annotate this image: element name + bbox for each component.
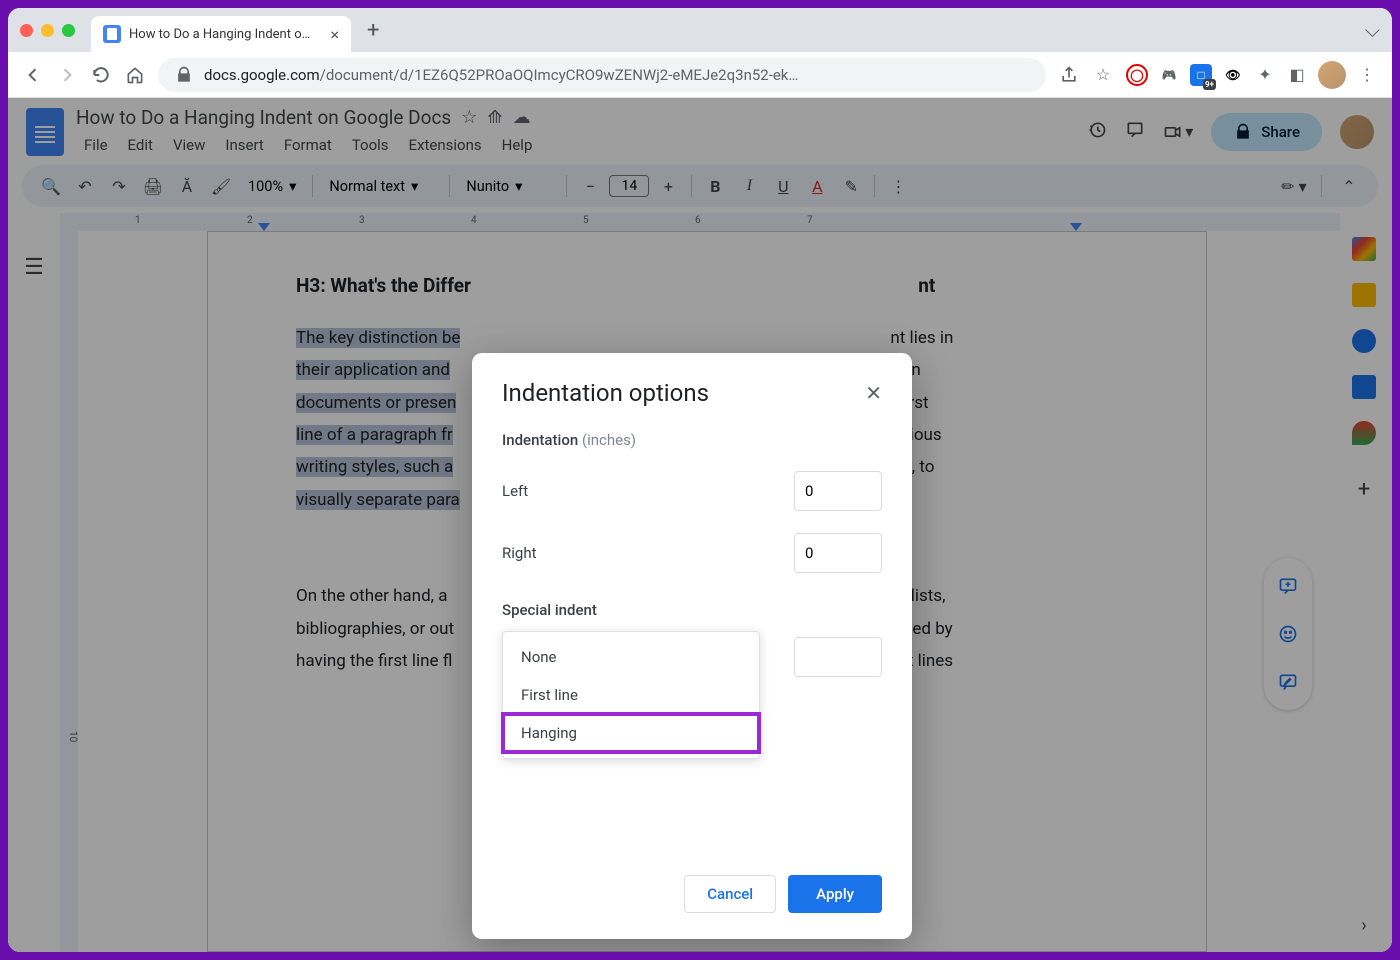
option-hanging[interactable]: Hanging — [503, 714, 759, 752]
url-field[interactable]: docs.google.com/document/d/1EZ6Q52PROaOQ… — [158, 58, 1046, 92]
indentation-section-label: Indentation (inches) — [502, 431, 882, 449]
back-button[interactable] — [22, 64, 44, 86]
modal-close-icon[interactable]: ✕ — [865, 381, 882, 405]
forward-button — [56, 64, 78, 86]
sidepanel-icon[interactable]: ◧ — [1286, 64, 1308, 86]
close-window[interactable] — [20, 24, 33, 37]
extensions-puzzle-icon[interactable]: ✦ — [1254, 64, 1276, 86]
window-controls — [20, 24, 75, 37]
tab-close-icon[interactable]: × — [330, 25, 339, 44]
right-indent-input[interactable] — [794, 533, 882, 573]
lock-icon — [174, 65, 194, 85]
ublock-icon[interactable]: ◯ — [1126, 64, 1148, 86]
tab-title: How to Do a Hanging Indent o… — [129, 27, 310, 42]
maximize-window[interactable] — [62, 24, 75, 37]
extensions-area: ◯ 🎮 □9+ 👁 ✦ ◧ ⋮ — [1126, 61, 1378, 89]
address-bar: docs.google.com/document/d/1EZ6Q52PROaOQ… — [8, 52, 1392, 98]
browser-tab-bar: How to Do a Hanging Indent o… × + ⌵ — [8, 8, 1392, 52]
reload-button[interactable] — [90, 64, 112, 86]
modal-title: Indentation options — [502, 379, 709, 407]
browser-tab[interactable]: How to Do a Hanging Indent o… × — [91, 16, 351, 52]
special-indent-value-input[interactable] — [794, 637, 882, 677]
special-indent-dropdown: None First line Hanging — [502, 631, 760, 759]
eye-icon[interactable]: 👁 — [1222, 64, 1244, 86]
special-indent-label: Special indent — [502, 601, 882, 619]
browser-menu-icon[interactable]: ⋮ — [1356, 64, 1378, 86]
left-indent-label: Left — [502, 482, 528, 500]
docs-favicon — [103, 25, 121, 43]
option-first-line[interactable]: First line — [503, 676, 759, 714]
minimize-window[interactable] — [41, 24, 54, 37]
extension-icon-2[interactable]: □9+ — [1190, 64, 1212, 86]
url-path: /document/d/1EZ6Q52PROaOQImcyCRO9wZENWj2… — [320, 66, 799, 84]
bookmark-icon[interactable]: ☆ — [1092, 64, 1114, 86]
apply-button[interactable]: Apply — [788, 875, 882, 913]
option-none[interactable]: None — [503, 638, 759, 676]
url-host: docs.google.com — [204, 66, 320, 84]
extension-icon-1[interactable]: 🎮 — [1158, 64, 1180, 86]
new-tab-button[interactable]: + — [367, 18, 379, 43]
right-indent-label: Right — [502, 544, 536, 562]
share-icon[interactable] — [1058, 64, 1080, 86]
indentation-modal: Indentation options ✕ Indentation (inche… — [472, 353, 912, 939]
docs-app: How to Do a Hanging Indent on Google Doc… — [8, 98, 1392, 952]
left-indent-input[interactable] — [794, 471, 882, 511]
tab-overflow-icon[interactable]: ⌵ — [1365, 18, 1380, 42]
profile-avatar[interactable] — [1318, 61, 1346, 89]
home-button[interactable] — [124, 64, 146, 86]
cancel-button[interactable]: Cancel — [684, 875, 776, 913]
